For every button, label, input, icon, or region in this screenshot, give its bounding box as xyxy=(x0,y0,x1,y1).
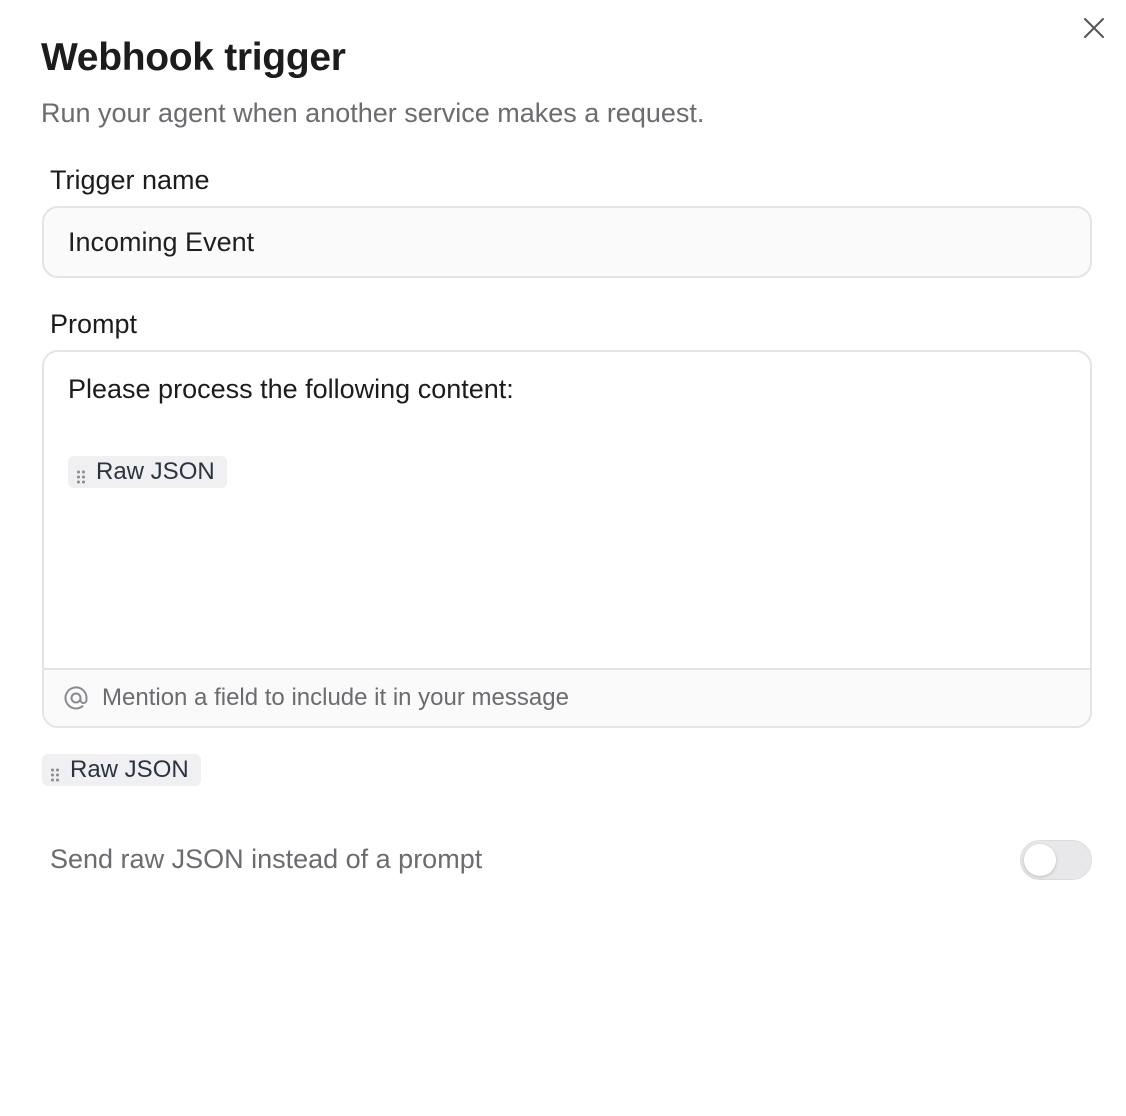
prompt-footer: Mention a field to include it in your me… xyxy=(44,668,1090,726)
dialog-title: Webhook trigger xyxy=(41,36,346,79)
drag-handle-icon[interactable] xyxy=(76,464,86,484)
prompt-text[interactable]: Please process the following content: xyxy=(68,374,514,405)
prompt-editor[interactable]: Please process the following content: Ra… xyxy=(42,350,1092,728)
trigger-name-input[interactable] xyxy=(42,206,1092,278)
chip-label: Raw JSON xyxy=(70,756,189,783)
prompt-label: Prompt xyxy=(50,309,138,339)
raw-json-toggle-label: Send raw JSON instead of a prompt xyxy=(50,844,483,874)
trigger-name-label: Trigger name xyxy=(50,165,210,195)
raw-json-toggle[interactable] xyxy=(1020,840,1092,880)
available-field-chip[interactable]: Raw JSON xyxy=(42,754,201,786)
prompt-field-chip[interactable]: Raw JSON xyxy=(68,456,227,488)
webhook-trigger-dialog: Webhook trigger Run your agent when anot… xyxy=(0,0,1126,1116)
at-sign-icon xyxy=(62,684,90,712)
mention-hint: Mention a field to include it in your me… xyxy=(102,684,569,711)
chip-label: Raw JSON xyxy=(96,458,215,485)
toggle-knob xyxy=(1024,844,1056,876)
dialog-subtitle: Run your agent when another service make… xyxy=(41,98,705,128)
close-button[interactable] xyxy=(1078,14,1110,46)
drag-handle-icon[interactable] xyxy=(50,762,60,782)
close-icon xyxy=(1082,16,1106,45)
